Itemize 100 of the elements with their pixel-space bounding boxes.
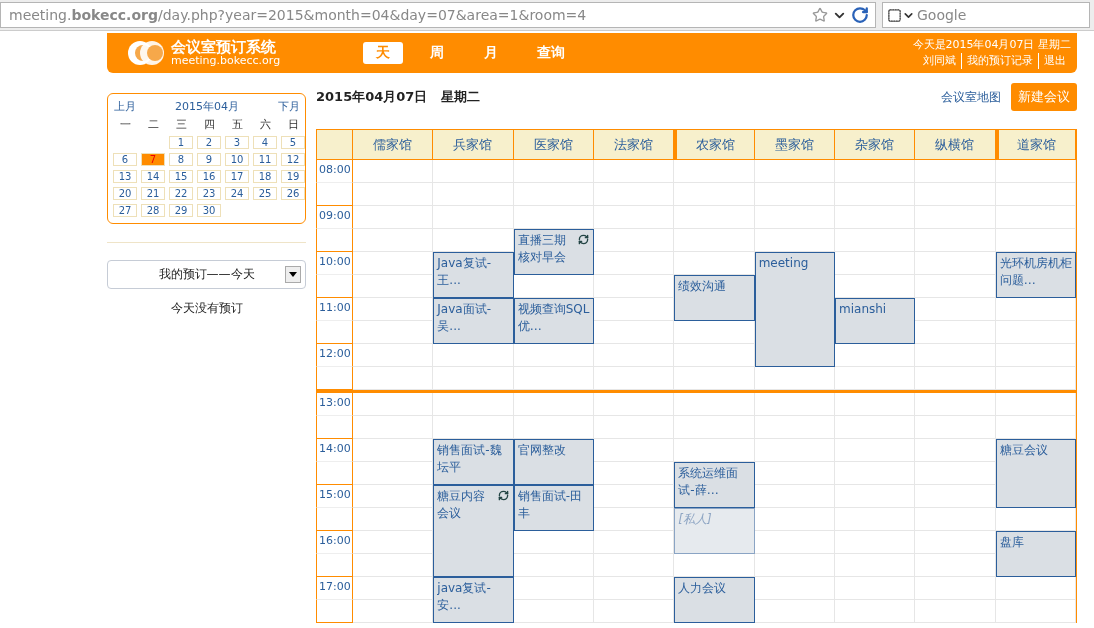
calendar-day[interactable]: 4 [253,136,277,149]
grid-cell[interactable] [594,344,675,367]
grid-cell[interactable] [754,531,835,554]
booking-block[interactable]: meeting [754,252,835,367]
calendar-day[interactable]: 20 [113,187,137,200]
grid-cell[interactable] [995,393,1076,416]
grid-cell[interactable] [433,206,514,229]
grid-cell[interactable] [594,416,675,439]
booking-block[interactable]: 官网整改 [513,439,594,485]
grid-cell[interactable] [353,393,434,416]
grid-cell[interactable] [835,252,916,275]
calendar-day[interactable]: 1 [169,136,193,149]
grid-cell[interactable] [674,183,755,206]
grid-cell[interactable] [995,600,1076,623]
grid-cell[interactable] [353,321,434,344]
grid-cell[interactable] [674,344,755,367]
grid-cell[interactable] [353,229,434,252]
grid-cell[interactable] [353,206,434,229]
calendar-day[interactable]: 25 [253,187,277,200]
booking-block[interactable]: 绩效沟通 [674,275,755,321]
calendar-day[interactable]: 17 [225,170,249,183]
grid-cell[interactable] [754,485,835,508]
grid-cell[interactable] [594,321,675,344]
grid-cell[interactable] [674,206,755,229]
search-engine-icon[interactable] [887,7,915,23]
grid-cell[interactable] [835,229,916,252]
calendar-day[interactable]: 19 [281,170,305,183]
reload-icon[interactable] [851,6,869,24]
calendar-day[interactable]: 24 [225,187,249,200]
grid-cell[interactable] [513,344,594,367]
grid-cell[interactable] [754,439,835,462]
url-field[interactable]: meeting.bokecc.org/day.php?year=2015&month=04&day=07&area=1&room=4 [0,2,876,28]
grid-cell[interactable] [915,160,996,183]
grid-cell[interactable] [915,554,996,577]
grid-cell[interactable] [915,439,996,462]
grid-cell[interactable] [513,183,594,206]
grid-cell[interactable] [433,344,514,367]
grid-cell[interactable] [674,393,755,416]
grid-cell[interactable] [835,508,916,531]
booking-block[interactable]: 销售面试-魏坛平 [433,439,514,485]
grid-cell[interactable] [433,183,514,206]
grid-cell[interactable] [835,554,916,577]
booking-block[interactable]: Java复试-王... [433,252,514,298]
grid-cell[interactable] [835,600,916,623]
grid-cell[interactable] [754,206,835,229]
grid-cell[interactable] [995,206,1076,229]
grid-cell[interactable] [915,577,996,600]
grid-cell[interactable] [835,160,916,183]
grid-cell[interactable] [915,298,996,321]
calendar-day[interactable]: 26 [281,187,305,200]
grid-cell[interactable] [915,485,996,508]
calendar-day[interactable]: 9 [197,153,221,166]
grid-cell[interactable] [835,439,916,462]
prev-month-link[interactable]: 上月 [114,99,136,114]
grid-cell[interactable] [915,393,996,416]
grid-cell[interactable] [915,344,996,367]
grid-cell[interactable] [995,577,1076,600]
grid-cell[interactable] [915,416,996,439]
grid-cell[interactable] [754,554,835,577]
next-month-link[interactable]: 下月 [278,99,300,114]
booking-block[interactable]: Java面试-吴... [433,298,514,344]
booking-block[interactable]: java复试-安... [433,577,514,623]
grid-cell[interactable] [353,160,434,183]
grid-cell[interactable] [594,298,675,321]
booking-block[interactable]: 销售面试-田丰 [513,485,594,531]
grid-cell[interactable] [915,531,996,554]
booking-block[interactable]: 糖豆会议 [995,439,1076,508]
grid-cell[interactable] [513,554,594,577]
grid-cell[interactable] [754,462,835,485]
grid-cell[interactable] [353,344,434,367]
my-bookings-select[interactable]: 我的预订——今天 [107,260,306,289]
grid-cell[interactable] [594,183,675,206]
calendar-day[interactable]: 27 [113,204,137,217]
grid-cell[interactable] [915,252,996,275]
grid-cell[interactable] [353,508,434,531]
grid-cell[interactable] [995,321,1076,344]
grid-cell[interactable] [513,600,594,623]
calendar-day[interactable]: 30 [197,204,221,217]
grid-cell[interactable] [754,600,835,623]
grid-cell[interactable] [594,554,675,577]
booking-block[interactable]: 人力会议 [674,577,755,623]
grid-cell[interactable] [513,531,594,554]
grid-cell[interactable] [835,531,916,554]
grid-cell[interactable] [915,462,996,485]
grid-cell[interactable] [353,183,434,206]
grid-cell[interactable] [915,321,996,344]
grid-cell[interactable] [513,160,594,183]
booking-block[interactable]: 视频查询SQL优… [513,298,594,344]
grid-cell[interactable] [513,393,594,416]
grid-cell[interactable] [594,531,675,554]
grid-cell[interactable] [754,416,835,439]
grid-cell[interactable] [835,416,916,439]
calendar-day[interactable]: 2 [197,136,221,149]
grid-cell[interactable] [674,229,755,252]
grid-cell[interactable] [594,485,675,508]
grid-cell[interactable] [835,577,916,600]
grid-cell[interactable] [915,229,996,252]
booking-block[interactable]: 糖豆内容会议 [433,485,514,577]
grid-cell[interactable] [754,160,835,183]
calendar-day[interactable]: 3 [225,136,249,149]
